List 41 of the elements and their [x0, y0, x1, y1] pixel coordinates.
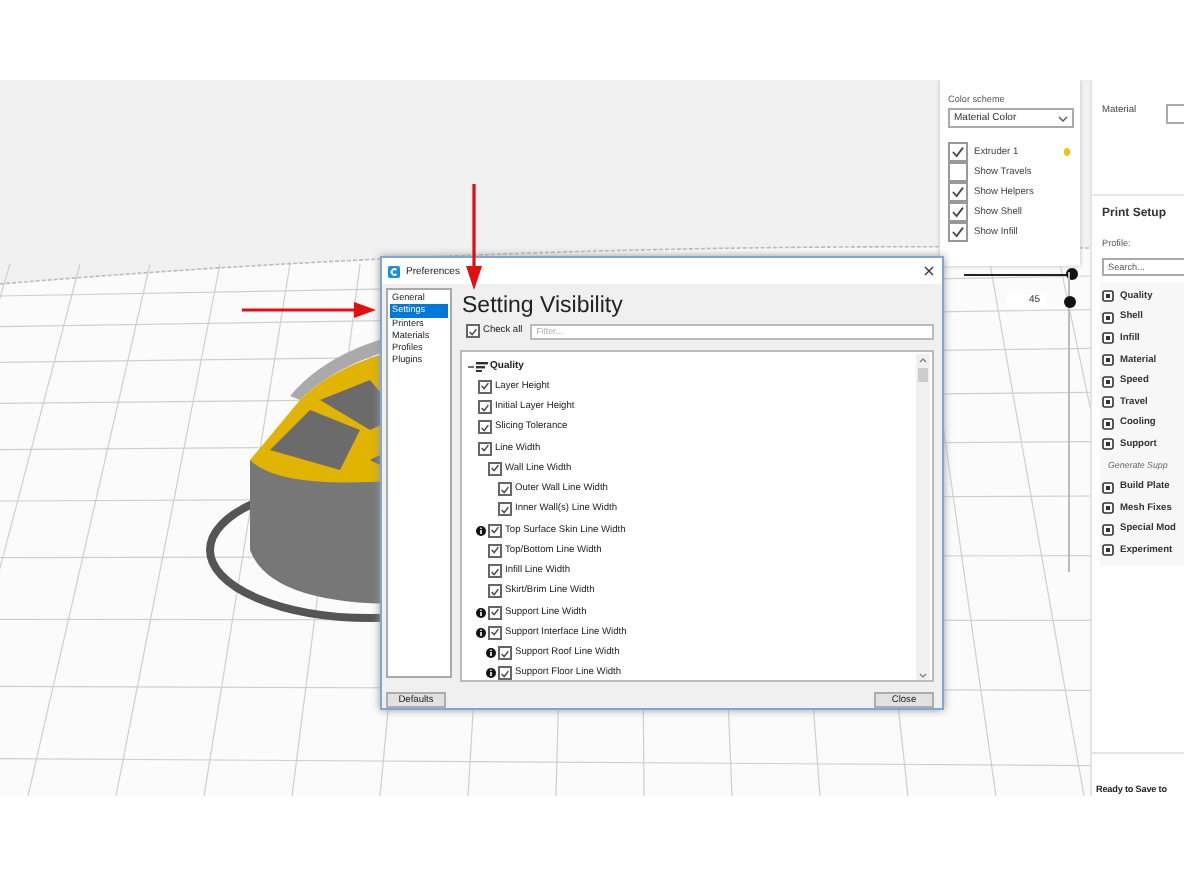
checkbox[interactable]	[466, 324, 480, 338]
close-icon	[924, 266, 934, 276]
category-icon	[1102, 375, 1114, 388]
checkbox[interactable]	[498, 502, 512, 517]
checkbox[interactable]	[488, 605, 502, 620]
checkbox[interactable]	[948, 202, 968, 222]
page-heading: Setting Visibility	[460, 294, 625, 320]
checkbox[interactable]	[498, 482, 512, 497]
app-logo-icon	[388, 265, 400, 277]
checkbox[interactable]	[948, 162, 968, 182]
checkbox[interactable]	[478, 379, 492, 394]
category-icon	[1102, 523, 1114, 536]
category-icon	[1102, 311, 1114, 324]
checkbox[interactable]	[488, 523, 502, 538]
close-button[interactable]	[922, 264, 936, 278]
category-icon	[476, 361, 488, 372]
checkbox[interactable]	[488, 584, 502, 599]
checkbox[interactable]	[488, 461, 502, 476]
category-icon	[1102, 354, 1114, 367]
checkbox[interactable]	[488, 625, 502, 640]
category-icon	[1102, 396, 1114, 409]
category-icon	[1102, 290, 1114, 303]
checkbox[interactable]	[498, 646, 512, 661]
chevron-down-icon	[1058, 115, 1068, 121]
checkbox[interactable]	[478, 420, 492, 435]
checkbox[interactable]	[488, 564, 502, 579]
category-icon	[1102, 332, 1114, 345]
checkbox[interactable]	[948, 222, 968, 242]
checkbox[interactable]	[478, 400, 492, 415]
checkbox[interactable]	[488, 543, 502, 558]
category-icon	[1102, 417, 1114, 430]
checkbox[interactable]	[498, 666, 512, 680]
checkbox[interactable]	[948, 182, 968, 202]
category-icon	[1102, 502, 1114, 515]
checkbox[interactable]	[948, 142, 968, 162]
category-icon	[1102, 544, 1114, 557]
category-icon	[1102, 481, 1114, 494]
annotation-arrow	[464, 184, 484, 292]
annotation-arrow	[242, 300, 378, 320]
checkbox[interactable]	[478, 441, 492, 456]
category-icon	[1102, 438, 1114, 451]
